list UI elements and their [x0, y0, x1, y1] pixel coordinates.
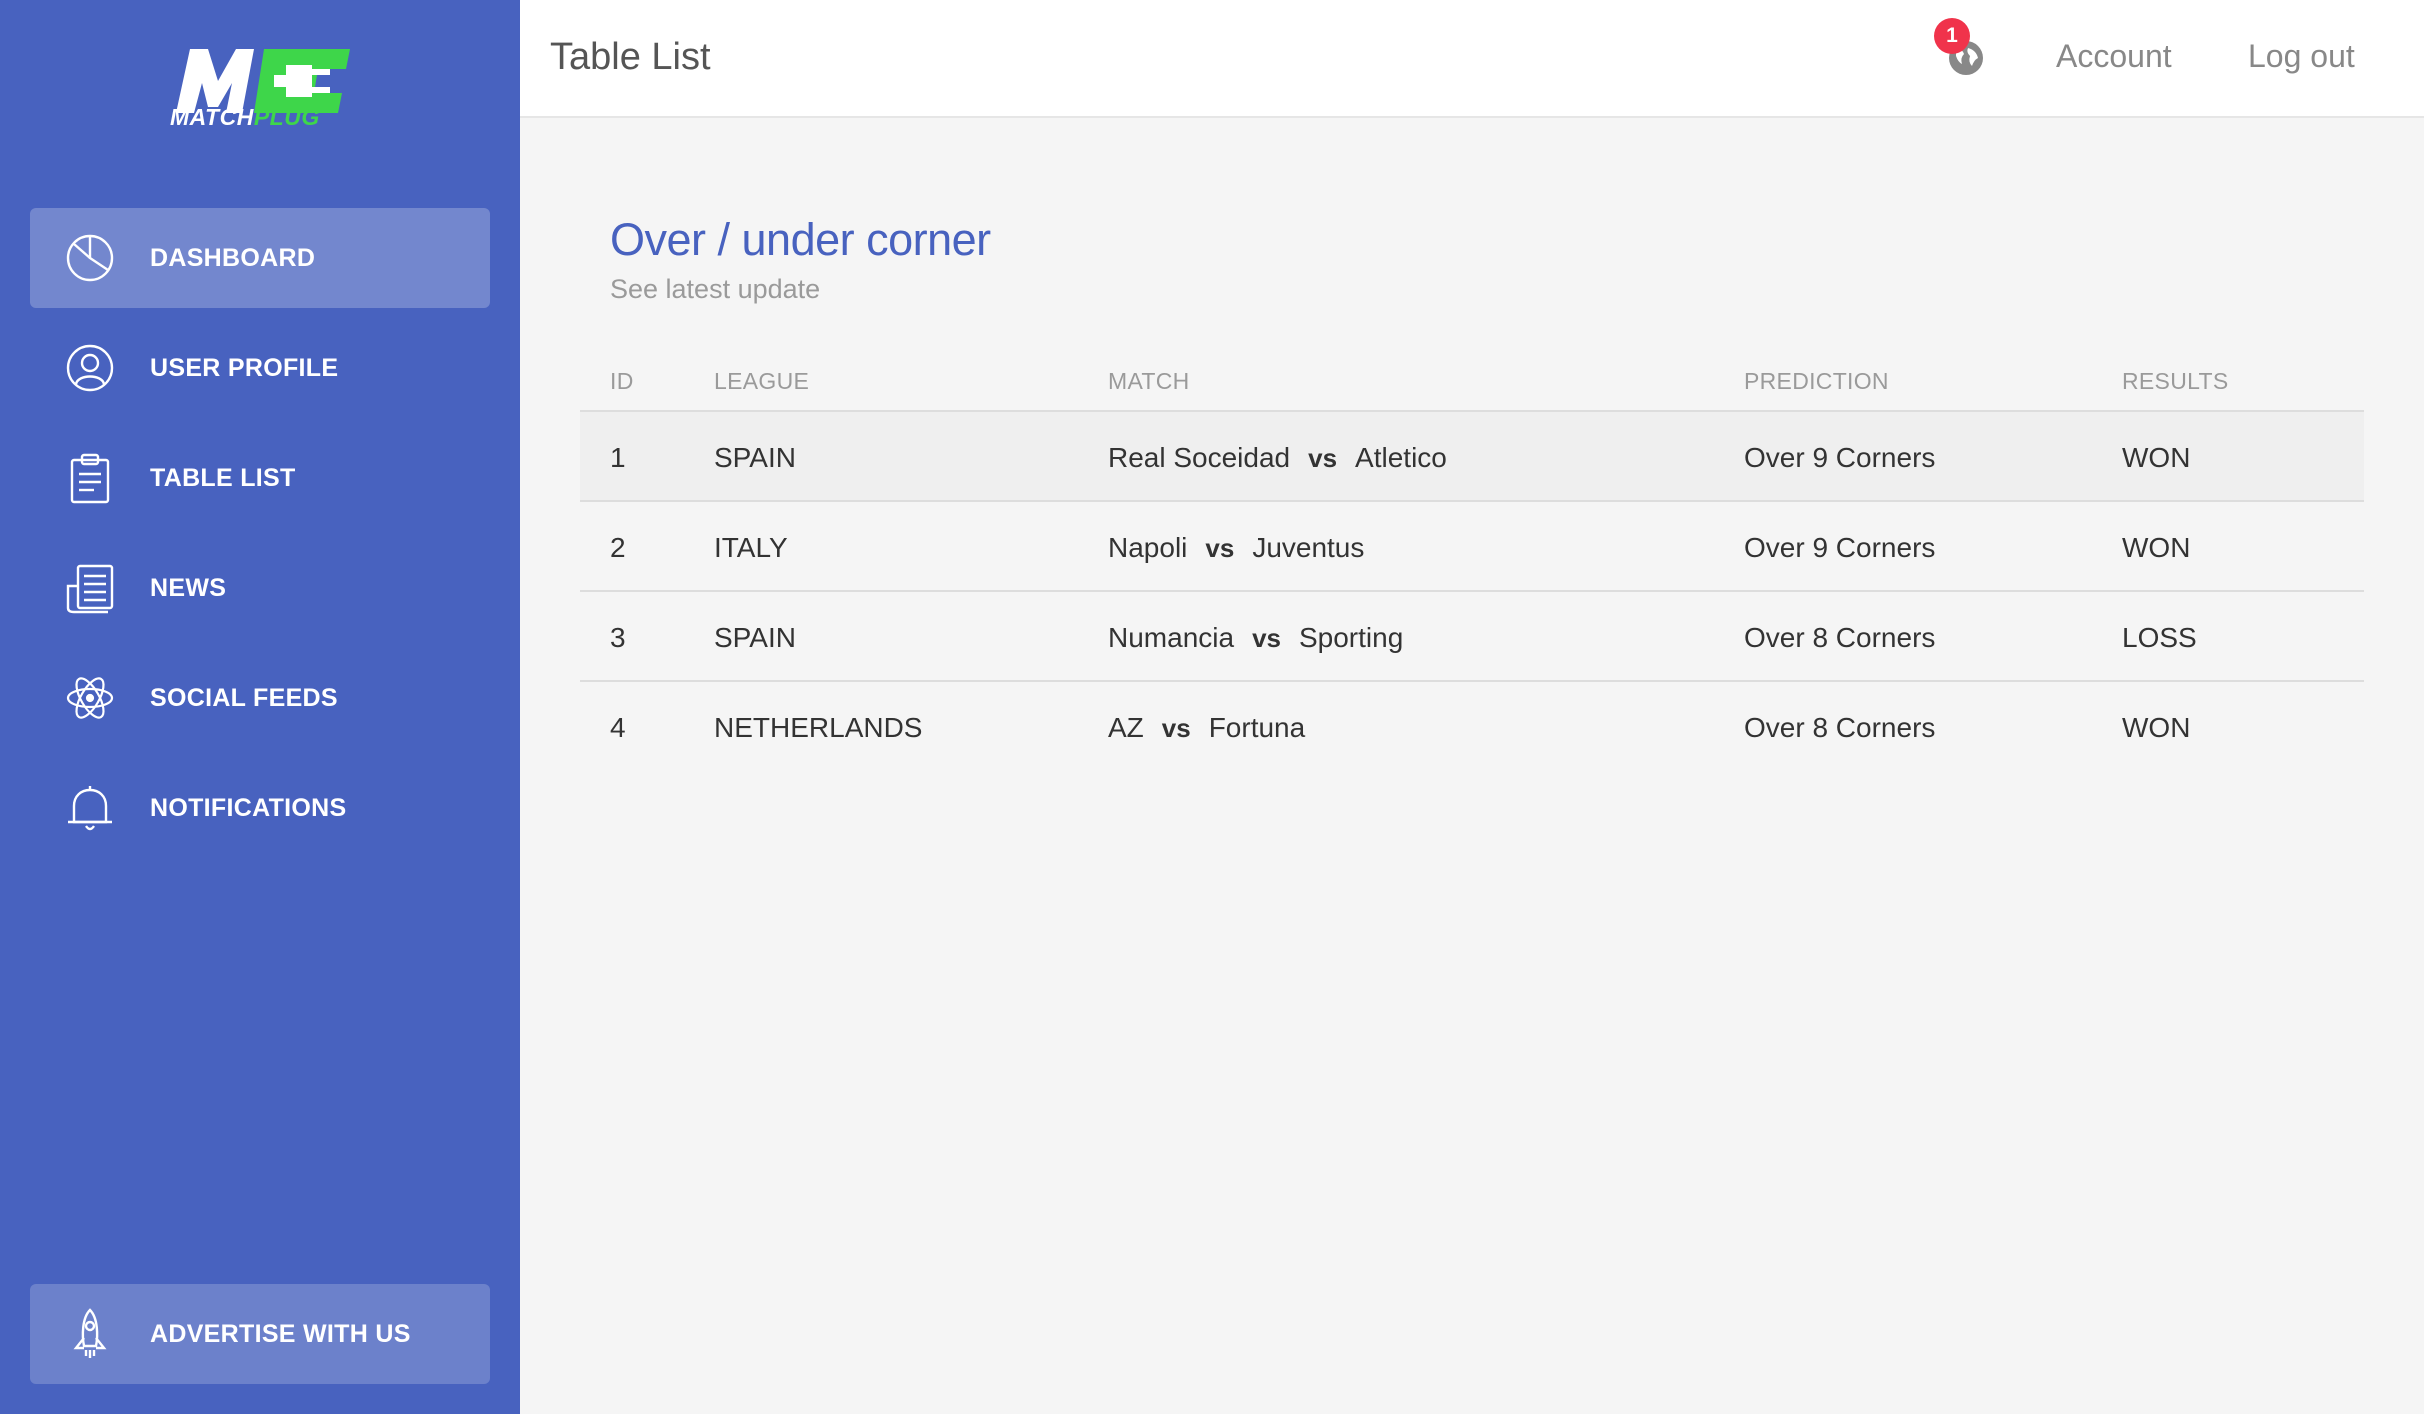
cell-prediction: Over 9 Corners [1744, 532, 1936, 563]
logout-link[interactable]: Log out [2248, 38, 2355, 75]
pie-chart-icon [66, 234, 114, 282]
column-header-id: ID [610, 368, 634, 394]
logo-word-plug: PLUG [253, 104, 320, 130]
logo-wordmark: MATCHPLUG [170, 104, 320, 131]
sidebar-item-label: NEWS [150, 573, 227, 602]
home-team: Numancia [1108, 622, 1235, 653]
cell-prediction: Over 8 Corners [1744, 712, 1936, 743]
cell-result: WON [2122, 442, 2191, 473]
table-row: 4 NETHERLANDS AZ vs Fortuna Over 8 Corners… [580, 682, 2364, 772]
home-team: Napoli [1108, 532, 1188, 563]
sidebar-item-label: SOCIAL FEEDS [150, 683, 338, 712]
sidebar-item-label: USER PROFILE [150, 353, 339, 382]
card-title: Over / under corner [610, 214, 991, 265]
home-team: AZ [1108, 712, 1144, 743]
cell-result: LOSS [2122, 622, 2197, 653]
cell-id: 1 [610, 442, 626, 473]
cell-league: NETHERLANDS [714, 712, 923, 743]
away-team: Atletico [1355, 442, 1447, 473]
away-team: Juventus [1252, 532, 1365, 563]
cell-league: SPAIN [714, 622, 796, 653]
card-subtitle: See latest update [610, 274, 821, 304]
away-team: Sporting [1298, 622, 1404, 653]
user-icon [66, 344, 114, 392]
cell-match: Real Soceidad vs Atletico [1108, 442, 1447, 474]
vs-label: vs [1308, 443, 1338, 473]
advertise-label: ADVERTISE WITH US [150, 1319, 411, 1348]
account-link[interactable]: Account [2056, 38, 2172, 75]
logo-word-match: MATCH [170, 104, 254, 130]
cell-result: WON [2122, 532, 2191, 563]
column-header-results: RESULTS [2122, 368, 2229, 394]
cell-prediction: Over 9 Corners [1744, 442, 1936, 473]
cell-id: 4 [610, 712, 626, 743]
sidebar-item-news[interactable]: NEWS [30, 538, 490, 638]
cell-id: 2 [610, 532, 626, 563]
table-row: 1 SPAIN Real Soceidad vs Atletico Over 9 C… [580, 412, 2364, 502]
away-team: Fortuna [1208, 712, 1306, 743]
column-header-league: LEAGUE [714, 368, 810, 394]
atom-icon [66, 677, 114, 719]
table-header: ID LEAGUE MATCH PREDICTION RESULTS [580, 360, 2364, 412]
cell-league: SPAIN [714, 442, 796, 473]
cell-prediction: Over 8 Corners [1744, 622, 1936, 653]
bell-icon [68, 786, 112, 831]
column-header-prediction: PREDICTION [1744, 368, 1889, 394]
cell-match: AZ vs Fortuna [1108, 712, 1305, 744]
table-row: 3 SPAIN Numancia vs Sporting Over 8 Corner… [580, 592, 2364, 682]
vs-label: vs [1205, 533, 1235, 563]
sidebar-item-social-feeds[interactable]: SOCIAL FEEDS [30, 648, 490, 748]
sidebar-item-dashboard[interactable]: DASHBOARD [30, 208, 490, 308]
notification-badge[interactable]: 1 [1934, 18, 1970, 54]
newspaper-icon [66, 564, 114, 614]
clipboard-icon [70, 453, 110, 504]
table-row: 2 ITALY Napoli vs Juventus Over 9 Corners … [580, 502, 2364, 592]
rocket-icon [73, 1308, 107, 1358]
sidebar-item-label: TABLE LIST [150, 463, 296, 492]
sidebar: MATCHPLUG DASHBOARD USER PROFILE TABLE L… [0, 0, 520, 1414]
column-header-match: MATCH [1108, 368, 1190, 394]
cell-league: ITALY [714, 532, 788, 563]
cell-match: Napoli vs Juventus [1108, 532, 1364, 564]
predictions-table: ID LEAGUE MATCH PREDICTION RESULTS 1 SPA… [580, 360, 2364, 772]
home-team: Real Soceidad [1108, 442, 1291, 473]
vs-label: vs [1161, 713, 1191, 743]
page-title: Table List [550, 36, 711, 78]
sidebar-item-table-list[interactable]: TABLE LIST [30, 428, 490, 528]
cell-id: 3 [610, 622, 626, 653]
sidebar-item-label: DASHBOARD [150, 243, 316, 272]
vs-label: vs [1252, 623, 1281, 653]
sidebar-item-user-profile[interactable]: USER PROFILE [30, 318, 490, 418]
sidebar-item-notifications[interactable]: NOTIFICATIONS [30, 758, 490, 858]
cell-match: Numancia vs Sporting [1108, 622, 1403, 654]
cell-result: WON [2122, 712, 2191, 743]
sidebar-item-label: NOTIFICATIONS [150, 793, 347, 822]
top-navbar: Table List 1 Account Log out [520, 0, 2424, 118]
advertise-button[interactable]: ADVERTISE WITH US [30, 1284, 490, 1384]
